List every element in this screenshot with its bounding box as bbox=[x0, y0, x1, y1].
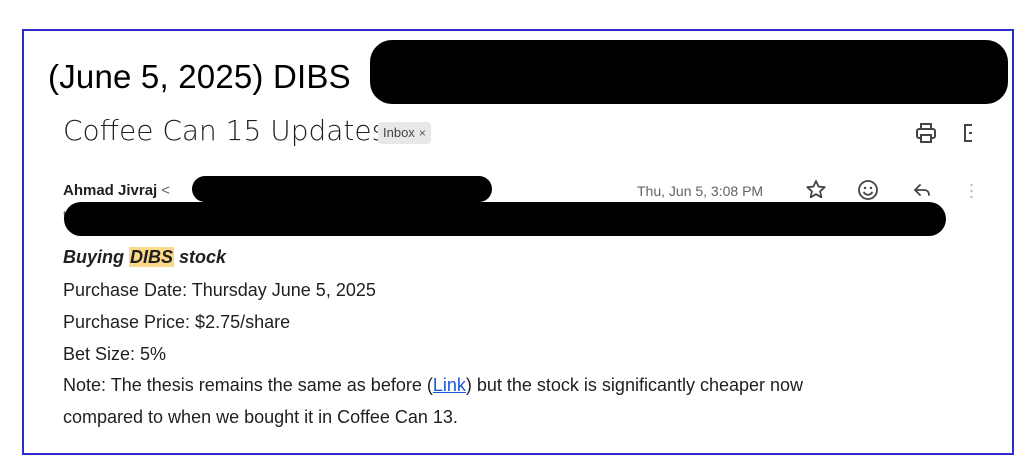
body-title-prefix: Buying bbox=[63, 247, 129, 267]
email-date: Thu, Jun 5, 3:08 PM bbox=[637, 183, 764, 199]
star-icon[interactable] bbox=[804, 178, 828, 202]
email-subject: Coffee Can 15 Updates bbox=[63, 114, 387, 147]
sender-name-text: Ahmad Jivraj bbox=[63, 182, 158, 199]
note-link[interactable]: Link bbox=[433, 375, 466, 395]
redaction-bar-headline bbox=[370, 40, 1008, 104]
purchase-price-line: Purchase Price: $2.75/share bbox=[63, 312, 291, 332]
body-title-ticker: DIBS bbox=[129, 247, 175, 267]
redaction-bar-sender-email bbox=[192, 176, 492, 202]
body-title: Buying DIBS stock bbox=[63, 246, 226, 268]
sender-email-open-bracket: < bbox=[161, 182, 171, 199]
inbox-label-text: Inbox bbox=[383, 125, 415, 140]
body-title-suffix: stock bbox=[174, 247, 227, 267]
open-in-new-window-icon[interactable] bbox=[960, 121, 980, 145]
note-prefix: Note: The thesis remains the same as bef… bbox=[63, 375, 433, 395]
purchase-date-line: Purchase Date: Thursday June 5, 2025 bbox=[63, 280, 376, 300]
more-vert-icon[interactable] bbox=[970, 183, 973, 199]
sender-name: Ahmad Jivraj < bbox=[63, 182, 170, 199]
redaction-bar-recipients bbox=[64, 202, 946, 236]
note-line: Note: The thesis remains the same as bef… bbox=[63, 374, 803, 396]
note-line-2: compared to when we bought it in Coffee … bbox=[63, 407, 458, 427]
bet-size-line: Bet Size: 5% bbox=[63, 344, 167, 364]
print-icon[interactable] bbox=[914, 121, 938, 145]
emoji-icon[interactable] bbox=[856, 178, 880, 202]
reply-icon[interactable] bbox=[910, 178, 934, 202]
inbox-label-chip[interactable]: Inbox × bbox=[378, 122, 431, 144]
headline: (June 5, 2025) DIBS bbox=[48, 58, 351, 95]
remove-label-icon[interactable]: × bbox=[419, 122, 426, 144]
note-suffix: ) but the stock is significantly cheaper… bbox=[465, 375, 804, 395]
